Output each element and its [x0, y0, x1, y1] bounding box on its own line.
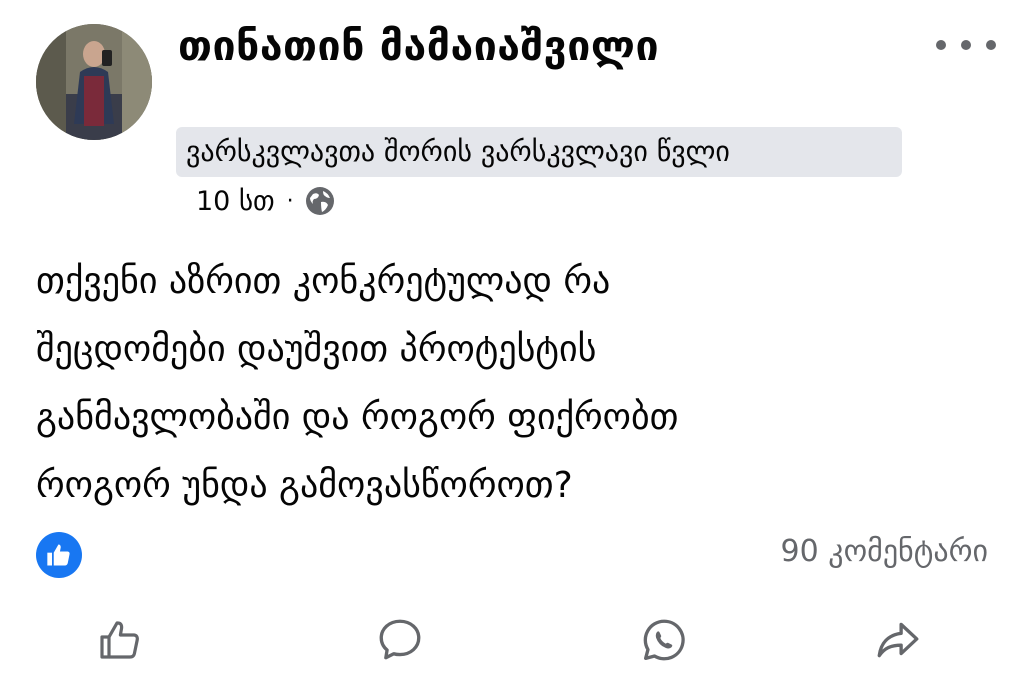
more-dots-icon [961, 40, 971, 50]
post-body-text: თქვენი აზრით კონკრეტულად რა შეცდომები და… [36, 261, 679, 506]
feed-post: თინათინ მამაიაშვილი ვარსკვლავთა შორის ვა… [0, 0, 1024, 676]
post-meta: 10 სთ · [196, 182, 336, 220]
post-timestamp[interactable]: 10 სთ [196, 186, 275, 217]
share-button[interactable] [870, 612, 926, 668]
comments-count[interactable]: 90 კომენტარი [781, 534, 988, 569]
avatar[interactable] [36, 24, 152, 140]
like-button[interactable] [92, 612, 148, 668]
more-dots-icon [936, 40, 946, 50]
thumbs-up-icon [100, 621, 139, 659]
meta-separator: · [286, 188, 294, 214]
whatsapp-icon [643, 619, 685, 661]
avatar-photo [36, 24, 152, 140]
whatsapp-send-button[interactable] [636, 612, 692, 668]
like-reaction-icon[interactable] [36, 532, 82, 578]
comment-button[interactable] [372, 612, 428, 668]
share-arrow-icon [877, 622, 919, 658]
globe-icon[interactable] [304, 185, 336, 217]
post-action-bar [0, 612, 1024, 676]
comment-bubble-icon [379, 619, 421, 660]
author-name[interactable]: თინათინ მამაიაშვილი [178, 22, 659, 70]
group-name-link[interactable]: ვარსკვლავთა შორის ვარსკვლავი წვლი [176, 127, 902, 177]
more-dots-icon [986, 40, 996, 50]
more-options-button[interactable] [936, 28, 996, 62]
